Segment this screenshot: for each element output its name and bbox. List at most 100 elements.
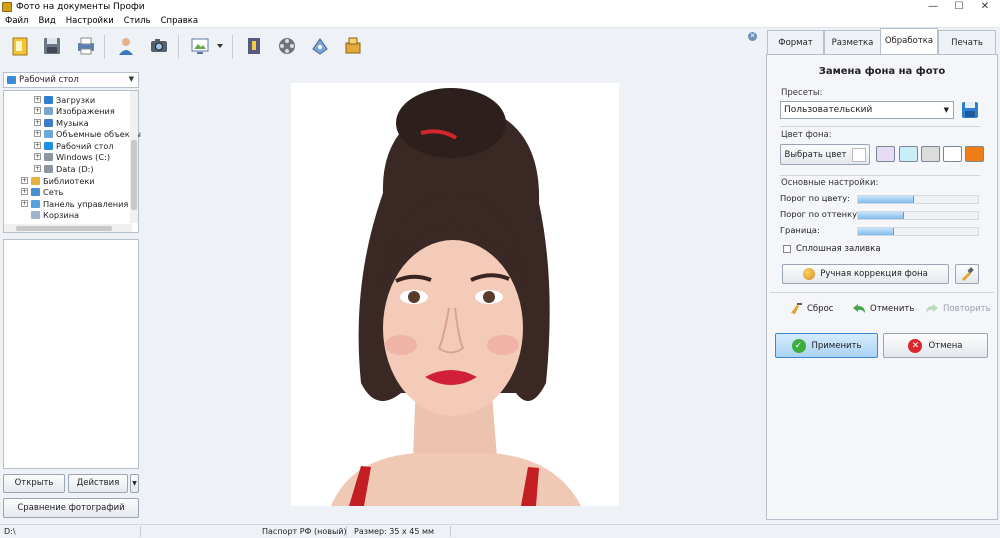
library-icon [31, 176, 40, 185]
chevron-down-icon: ▼ [943, 106, 949, 114]
menu-view[interactable]: Вид [33, 16, 60, 26]
eyedropper-button[interactable] [955, 264, 979, 284]
preset-select-value: Пользовательский [784, 105, 873, 115]
chevron-down-icon: ▼ [128, 75, 134, 83]
reset-button[interactable]: Сброс [789, 303, 833, 315]
tree-item-desktop[interactable]: + Рабочий стол [34, 140, 114, 151]
swatch-white[interactable] [943, 146, 962, 162]
solid-fill-checkbox[interactable]: Сплошная заливка [783, 244, 881, 254]
tools-icon[interactable] [306, 32, 334, 60]
user-icon[interactable] [112, 32, 140, 60]
status-bar: D:\ Паспорт РФ (новый) Размер: 35 х 45 м… [0, 524, 1000, 538]
tree-horizontal-scroll-thumb[interactable] [16, 226, 112, 231]
apply-button[interactable]: ✓ Применить [775, 333, 878, 358]
check-icon: ✓ [791, 338, 806, 353]
tree-item-drive-d[interactable]: + Data (D:) [34, 163, 94, 174]
manual-correction-button[interactable]: Ручная коррекция фона [782, 264, 949, 284]
images-icon [44, 106, 53, 115]
camera-icon[interactable] [145, 32, 173, 60]
image-view-dropdown[interactable] [214, 32, 226, 60]
undo-button[interactable]: Отменить [852, 303, 914, 315]
tree-item-network[interactable]: + Сеть [21, 186, 63, 197]
trash-icon [31, 210, 40, 219]
redo-button[interactable]: Повторить [925, 303, 991, 315]
tree-vertical-scroll-thumb[interactable] [131, 140, 137, 210]
swatch-grey[interactable] [921, 146, 940, 162]
puzzle-icon[interactable] [339, 32, 367, 60]
actions-button[interactable]: Действия [68, 474, 128, 493]
close-toolbar-icon[interactable]: ✕ [748, 32, 757, 41]
save-preset-icon[interactable] [961, 101, 979, 119]
image-view-icon[interactable] [186, 32, 214, 60]
tab-processing[interactable]: Обработка [880, 28, 938, 55]
open-folder-icon[interactable] [6, 32, 34, 60]
tree-item-downloads[interactable]: + Загрузки [34, 94, 95, 105]
slider-color-threshold-label: Порог по цвету: [780, 193, 850, 203]
book-icon[interactable] [240, 32, 268, 60]
solid-fill-label: Сплошная заливка [796, 244, 881, 254]
photo-preview[interactable] [291, 83, 619, 506]
chevron-down-icon: ▼ [132, 480, 137, 487]
desktop-icon [44, 141, 53, 150]
close-window-button[interactable]: ✕ [972, 0, 998, 14]
status-size: Размер: 35 х 45 мм [354, 527, 435, 536]
print-icon[interactable] [72, 32, 100, 60]
tree-item-3d-objects[interactable]: + Объемные объекты [34, 128, 141, 139]
compare-photos-button[interactable]: Сравнение фотографий [3, 498, 139, 518]
slider-color-threshold[interactable]: Порог по цвету: [780, 193, 980, 205]
menu-help[interactable]: Справка [156, 16, 203, 26]
slider-border-label: Граница: [780, 225, 820, 235]
bgcolor-label: Цвет фона: [781, 130, 832, 140]
color-preview [851, 147, 866, 162]
open-button[interactable]: Открыть [3, 474, 65, 493]
folder-select[interactable]: Рабочий стол ▼ [3, 72, 139, 88]
tree-item-drive-c[interactable]: + Windows (C:) [34, 151, 110, 162]
portrait-image [331, 88, 581, 506]
tree-item-control-panel[interactable]: + Панель управления [21, 198, 128, 209]
drive-icon [44, 164, 53, 173]
menu-file[interactable]: Файл [0, 16, 33, 26]
tree-item-libraries[interactable]: + Библиотеки [21, 175, 95, 186]
actions-dropdown[interactable]: ▼ [130, 474, 139, 493]
swatch-orange[interactable] [965, 146, 984, 162]
slider-fill [858, 196, 915, 203]
undo-icon [853, 304, 865, 313]
maximize-button[interactable]: ☐ [946, 0, 972, 14]
redo-icon [926, 304, 938, 313]
download-icon [44, 95, 53, 104]
folder-select-value: Рабочий стол [19, 75, 79, 85]
save-icon[interactable] [38, 32, 66, 60]
eyedropper-icon [962, 267, 974, 281]
slider-fill [858, 212, 904, 219]
slider-fill [858, 228, 894, 235]
panel-title: Замена фона на фото [818, 66, 946, 77]
menu-style[interactable]: Стиль [119, 16, 156, 26]
swatch-light-blue[interactable] [899, 146, 918, 162]
thumbnail-area [3, 239, 139, 469]
status-path: D:\ [4, 527, 16, 536]
broom-icon [791, 303, 802, 314]
pick-color-button[interactable]: Выбрать цвет [780, 144, 870, 165]
presets-label: Пресеты: [781, 88, 823, 98]
preset-select[interactable]: Пользовательский ▼ [780, 101, 954, 119]
minimize-button[interactable]: — [920, 0, 946, 14]
desktop-icon [7, 76, 16, 84]
tab-layout[interactable]: Разметка [824, 30, 881, 54]
checkbox-box [783, 245, 791, 253]
slider-border[interactable]: Граница: [780, 225, 980, 237]
tree-item-trash[interactable]: Корзина [31, 209, 79, 220]
drive-icon [44, 152, 53, 161]
tab-print[interactable]: Печать [938, 30, 996, 54]
film-icon[interactable] [273, 32, 301, 60]
tree-item-images[interactable]: + Изображения [34, 105, 115, 116]
app-icon [2, 2, 12, 12]
cancel-button[interactable]: ✕ Отмена [883, 333, 988, 358]
swatch-lavender[interactable] [876, 146, 895, 162]
tab-format[interactable]: Формат [767, 30, 824, 54]
title-bar: Фото на документы Профи — ☐ ✕ [0, 0, 1000, 14]
tree-item-music[interactable]: + Музыка [34, 117, 89, 128]
slider-hue-threshold[interactable]: Порог по оттенку: [780, 209, 980, 221]
menu-settings[interactable]: Настройки [61, 16, 119, 26]
window-title: Фото на документы Профи [16, 2, 145, 12]
control-panel-icon [31, 199, 40, 208]
